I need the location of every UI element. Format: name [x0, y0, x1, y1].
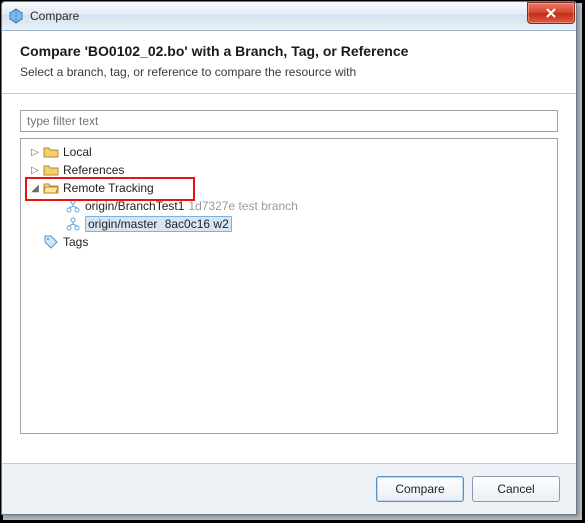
branch-name: origin/master [88, 217, 157, 231]
dialog-compare: Compare Compare 'BO0102_02.bo' with a Br… [1, 1, 577, 515]
tree-node-tags[interactable]: Tags [23, 233, 555, 251]
expand-icon[interactable]: ▷ [29, 147, 41, 158]
tree-node-remote-tracking[interactable]: ◢ Remote Tracking [23, 179, 555, 197]
tags-icon [43, 234, 59, 250]
tree-label: Remote Tracking [63, 181, 154, 195]
branch-info: 1d7327e test branch [188, 199, 297, 213]
dialog-footer: Compare Cancel [2, 463, 576, 514]
branch-icon [65, 198, 81, 214]
ref-tree[interactable]: ▷ Local ▷ References ◢ [20, 138, 558, 434]
compare-button[interactable]: Compare [376, 476, 464, 502]
dialog-heading: Compare 'BO0102_02.bo' with a Branch, Ta… [20, 43, 558, 59]
tree-node-branch[interactable]: origin/BranchTest1 1d7327e test branch [23, 197, 555, 215]
tree-label: Tags [63, 235, 88, 249]
dialog-subtitle: Select a branch, tag, or reference to co… [20, 65, 558, 79]
tree-node-references[interactable]: ▷ References [23, 161, 555, 179]
branch-name: origin/BranchTest1 [85, 199, 184, 213]
tree-node-local[interactable]: ▷ Local [23, 143, 555, 161]
folder-icon [43, 144, 59, 160]
app-icon [8, 8, 24, 24]
dialog-header: Compare 'BO0102_02.bo' with a Branch, Ta… [2, 31, 576, 93]
titlebar[interactable]: Compare [2, 2, 576, 31]
branch-info: 8ac0c16 w2 [165, 217, 229, 231]
folder-open-icon [43, 180, 59, 196]
folder-icon [43, 162, 59, 178]
filter-input[interactable] [20, 110, 558, 132]
tree-label: References [63, 163, 124, 177]
close-button[interactable] [527, 2, 575, 24]
cancel-button[interactable]: Cancel [472, 476, 560, 502]
tree-label: Local [63, 145, 92, 159]
collapse-icon[interactable]: ◢ [29, 183, 41, 194]
window-title: Compare [30, 9, 79, 23]
close-icon [545, 8, 557, 18]
branch-icon [65, 216, 81, 232]
expand-icon[interactable]: ▷ [29, 165, 41, 176]
tree-node-branch-selected[interactable]: origin/master 8ac0c16 w2 [23, 215, 555, 233]
